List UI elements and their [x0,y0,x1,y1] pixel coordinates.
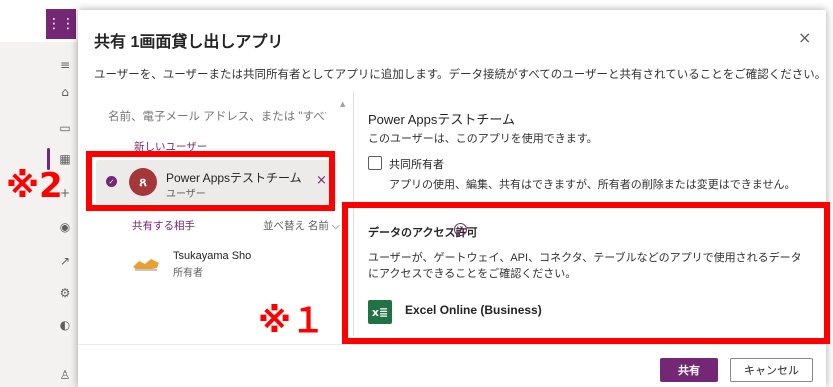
share-with-heading: 共有する相手 [132,220,195,232]
chevron-down-icon: ⌵ [331,220,340,232]
flows-icon[interactable]: ↗ [58,254,72,268]
highlight-box-user [86,151,335,211]
dialog-title: 共有 1画面貸し出しアプリ [94,34,284,51]
apps-icon[interactable]: ▦ [58,152,72,166]
sort-dropdown[interactable]: 並べ替え 名前 ⌵ [263,218,340,233]
cancel-button[interactable]: キャンセル [730,358,813,382]
selected-entity-description: このユーザーは、このアプリを使用できます。 [368,133,598,145]
ai-icon[interactable]: ◐ [58,318,72,332]
scroll-up-icon[interactable]: ▲ [340,100,345,108]
co-owner-checkbox[interactable] [368,156,382,170]
annotation-mark-1: ※１ [258,301,326,341]
learn-icon[interactable]: ▭ [58,121,72,135]
owner-role: 所有者 [173,268,203,279]
dialog-subtitle: ユーザーを、ユーザーまたは共同所有者としてアプリに追加します。データ接続がすべて… [94,69,827,81]
settings-icon[interactable]: ⚙ [58,286,72,300]
co-owner-description: アプリの使用、編集、共有はできますが、所有者の削除または変更はできません。 [389,179,796,191]
menu-icon[interactable]: ≡ [58,58,72,72]
selected-entity-title: Power Appsテストチーム [368,112,515,127]
search-input[interactable] [106,110,328,124]
annotation-mark-2: ※2 [6,166,63,206]
footer-divider [78,344,826,345]
owner-name: Tsukayama Sho [173,250,252,262]
app-launcher-icon[interactable]: ⋮⋮ [46,9,76,39]
share-button[interactable]: 共有 [660,358,718,382]
highlight-box-data-permissions [342,202,830,344]
people-icon[interactable]: ♙ [58,368,72,382]
data-icon[interactable]: ◉ [58,220,72,234]
sort-label: 並べ替え 名前 [263,220,329,232]
close-icon[interactable]: × [798,28,811,47]
home-icon[interactable]: ⌂ [58,85,72,99]
owner-avatar [133,259,159,271]
co-owner-label[interactable]: 共同所有者 [389,156,444,172]
